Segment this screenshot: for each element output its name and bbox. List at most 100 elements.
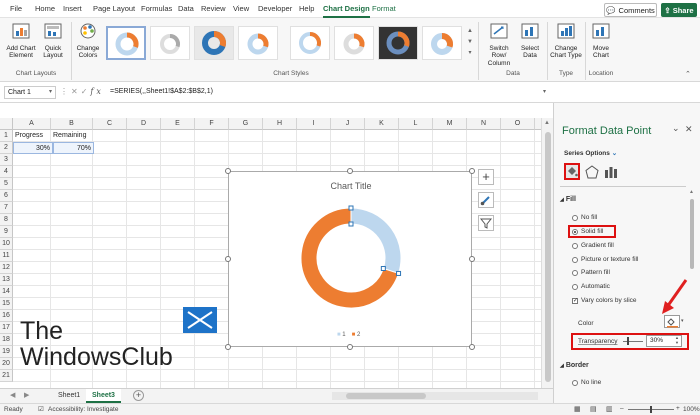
chart-style-7[interactable] <box>378 26 418 60</box>
slice-selection-handle[interactable] <box>380 266 386 272</box>
cell-b1[interactable]: Remaining <box>51 130 95 142</box>
transparency-input[interactable]: 30% ▲ ▼ <box>646 335 682 347</box>
quick-layout-button[interactable]: Quick Layout <box>40 22 66 60</box>
column-header-j[interactable]: J <box>331 118 365 130</box>
row-header-15[interactable]: 15 <box>0 298 13 310</box>
styles-scroll[interactable]: ▲ ▼ ▾ <box>466 26 474 60</box>
chart-styles-button[interactable] <box>478 192 494 208</box>
accessibility-status[interactable]: Accessibility: Investigate <box>48 406 118 413</box>
cell-b2[interactable]: 70% <box>53 142 94 154</box>
tab-home[interactable]: Home <box>35 4 55 13</box>
row-header-7[interactable]: 7 <box>0 202 13 214</box>
row-header-18[interactable]: 18 <box>0 334 13 346</box>
bar-chart-icon[interactable] <box>604 165 618 179</box>
column-header-c[interactable]: C <box>93 118 127 130</box>
row-header-6[interactable]: 6 <box>0 190 13 202</box>
dropdown-icon[interactable]: ▾ <box>681 318 684 324</box>
column-header-k[interactable]: K <box>365 118 399 130</box>
resize-handle[interactable] <box>347 344 353 350</box>
scroll-up-icon[interactable]: ▲ <box>689 189 694 195</box>
tab-review[interactable]: Review <box>201 4 226 13</box>
chart-style-2[interactable] <box>150 26 190 60</box>
no-fill-option[interactable]: No fill <box>572 214 597 221</box>
row-header-9[interactable]: 9 <box>0 226 13 238</box>
resize-handle[interactable] <box>469 168 475 174</box>
column-header-d[interactable]: D <box>127 118 161 130</box>
move-chart-button[interactable]: Move Chart <box>588 22 614 60</box>
zoom-in-icon[interactable]: + <box>676 405 680 412</box>
row-header-19[interactable]: 19 <box>0 346 13 358</box>
chart-style-8[interactable] <box>422 26 462 60</box>
pane-options-icon[interactable]: ⌄ <box>672 123 680 134</box>
tab-help[interactable]: Help <box>299 4 314 13</box>
name-box[interactable]: Chart 1 ▾ <box>4 86 56 99</box>
collapse-ribbon-icon[interactable]: ⌃ <box>685 70 691 78</box>
automatic-fill-option[interactable]: Automatic <box>572 283 610 290</box>
chart-filters-button[interactable] <box>478 215 494 231</box>
sheet-tab-sheet1[interactable]: Sheet1 <box>52 390 86 402</box>
scroll-up-icon[interactable]: ▲ <box>544 120 550 126</box>
comments-button[interactable]: 💬 Comments <box>604 3 657 17</box>
change-colors-button[interactable]: Change Colors <box>74 22 102 60</box>
chart-legend[interactable]: ■ 1 ■ 2 <box>337 332 360 338</box>
tab-formulas[interactable]: Formulas <box>141 4 172 13</box>
fill-line-category-button[interactable] <box>564 163 580 180</box>
normal-view-icon[interactable]: ▦ <box>574 405 581 413</box>
tab-insert[interactable]: Insert <box>63 4 82 13</box>
row-header-17[interactable]: 17 <box>0 322 13 334</box>
column-header-n[interactable]: N <box>467 118 501 130</box>
expand-formula-icon[interactable]: ▾ <box>543 88 546 95</box>
solid-fill-option[interactable]: Solid fill <box>572 228 603 235</box>
add-sheet-button[interactable]: + <box>133 390 144 401</box>
prev-sheet-icon[interactable]: ◀ <box>10 391 15 399</box>
tab-file[interactable]: File <box>10 4 22 13</box>
fill-section-header[interactable]: ◢ Fill <box>560 196 576 203</box>
worksheet[interactable]: ABCDEFGHIJKLMNOP 12345678910111213141516… <box>0 103 553 388</box>
vary-colors-checkbox[interactable]: ✓ Vary colors by slice <box>572 297 637 304</box>
column-header-f[interactable]: F <box>195 118 229 130</box>
row-header-2[interactable]: 2 <box>0 142 13 154</box>
chart-style-1[interactable] <box>106 26 146 60</box>
row-header-13[interactable]: 13 <box>0 274 13 286</box>
resize-handle[interactable] <box>225 344 231 350</box>
column-header-b[interactable]: B <box>51 118 93 130</box>
column-header-h[interactable]: H <box>263 118 297 130</box>
tab-page-layout[interactable]: Page Layout <box>93 4 135 13</box>
row-header-16[interactable]: 16 <box>0 310 13 322</box>
function-icon[interactable]: fx <box>90 87 103 96</box>
enter-icon[interactable]: ✓ <box>81 87 91 96</box>
change-chart-type-button[interactable]: Change Chart Type <box>550 22 582 60</box>
chart-area[interactable]: Chart Title ■ 1 ■ 2 <box>225 168 475 350</box>
select-all-corner[interactable] <box>0 118 13 130</box>
series-options-dropdown[interactable]: Series Options ⌄ <box>564 149 617 157</box>
share-button[interactable]: ⇪ Share <box>661 3 697 17</box>
tab-developer[interactable]: Developer <box>258 4 292 13</box>
slice-selection-handle[interactable] <box>348 205 354 211</box>
formula-input[interactable]: =SERIES(,,Sheet1!$A$2:$B$2,1) <box>110 88 213 95</box>
row-header-5[interactable]: 5 <box>0 178 13 190</box>
scrollbar-thumb[interactable] <box>346 393 426 399</box>
next-sheet-icon[interactable]: ▶ <box>24 391 29 399</box>
transparency-slider-thumb[interactable] <box>627 337 629 345</box>
row-header-4[interactable]: 4 <box>0 166 13 178</box>
cancel-icon[interactable]: ✕ <box>71 87 81 96</box>
chart-elements-button[interactable]: + <box>478 169 494 185</box>
row-header-14[interactable]: 14 <box>0 286 13 298</box>
column-header-m[interactable]: M <box>433 118 467 130</box>
border-section-header[interactable]: ◢ Border <box>560 362 589 369</box>
row-header-1[interactable]: 1 <box>0 130 13 142</box>
zoom-slider-thumb[interactable] <box>650 406 652 413</box>
chart-style-3[interactable] <box>194 26 234 60</box>
tab-data[interactable]: Data <box>178 4 194 13</box>
picture-texture-fill-option[interactable]: Picture or texture fill <box>572 256 638 263</box>
row-header-20[interactable]: 20 <box>0 358 13 370</box>
cell-a2[interactable]: 30% <box>13 142 53 154</box>
transparency-slider[interactable] <box>623 341 643 342</box>
column-header-i[interactable]: I <box>297 118 331 130</box>
tab-view[interactable]: View <box>233 4 249 13</box>
switch-row-column-button[interactable]: Switch Row/ Column <box>482 22 516 67</box>
row-header-8[interactable]: 8 <box>0 214 13 226</box>
vertical-scrollbar[interactable]: ▲ <box>541 118 553 388</box>
slice-selection-handle[interactable] <box>396 270 402 276</box>
resize-handle[interactable] <box>225 168 231 174</box>
